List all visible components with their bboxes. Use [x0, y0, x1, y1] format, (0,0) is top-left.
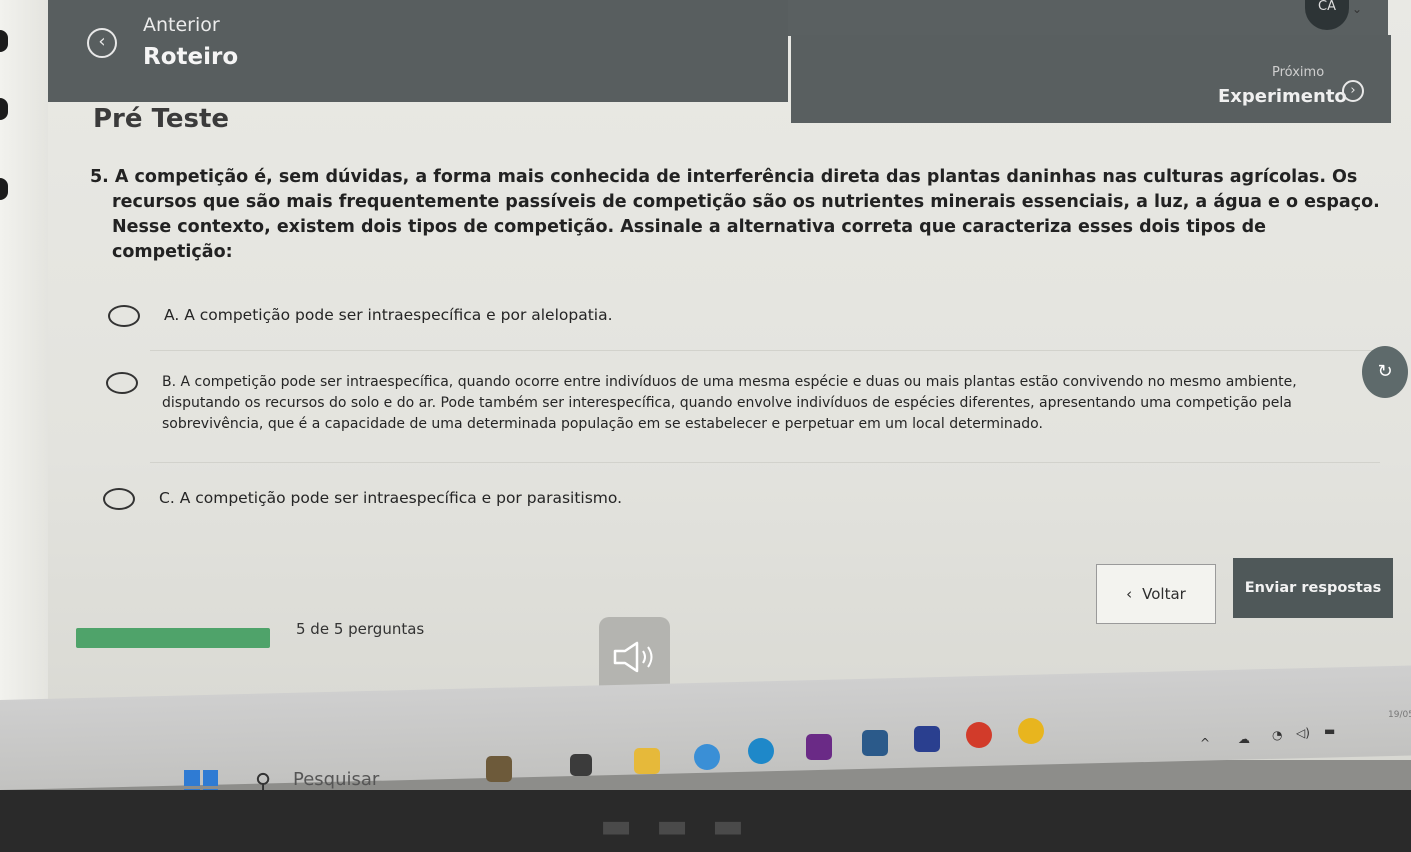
prev-title[interactable]: Roteiro: [143, 44, 238, 70]
speaker-icon: [613, 641, 652, 673]
clock[interactable]: 19/05/20: [1388, 710, 1411, 720]
submit-button[interactable]: Enviar respostas: [1233, 558, 1393, 618]
copilot-icon[interactable]: [694, 744, 720, 770]
page-title: Pré Teste: [93, 104, 230, 134]
divider: [150, 350, 1380, 351]
chevron-down-icon[interactable]: ⌄: [1352, 2, 1362, 16]
option-text: A competição pode ser intraespecífica e …: [179, 489, 623, 507]
laptop-logo: ▬ ▬ ▬: [600, 806, 751, 846]
option-c[interactable]: C. A competição pode ser intraespecífica…: [103, 488, 622, 510]
teams-icon[interactable]: [806, 734, 832, 760]
file-explorer-icon[interactable]: [634, 748, 660, 774]
taskbar-search[interactable]: Pesquisar: [293, 769, 379, 790]
option-text: A competição pode ser intraespecífica e …: [184, 306, 613, 324]
option-letter: A.: [164, 306, 180, 324]
chrome-icon[interactable]: [1018, 718, 1044, 744]
bezel-mark: [0, 30, 8, 52]
widget-icon[interactable]: [486, 756, 512, 782]
question-text: A competição é, sem dúvidas, a forma mai…: [112, 167, 1380, 262]
question-number: 5.: [90, 167, 109, 187]
next-title[interactable]: Experimento: [1218, 86, 1347, 107]
battery-icon[interactable]: ▬: [1324, 724, 1335, 738]
radio-button[interactable]: [103, 488, 135, 510]
calculator-icon[interactable]: [862, 730, 888, 756]
help-bubble-icon[interactable]: ↻: [1362, 346, 1408, 398]
bezel-mark: [0, 98, 8, 120]
next-label[interactable]: Próximo: [1272, 65, 1324, 80]
radio-button[interactable]: [106, 372, 138, 394]
progress-fill: [76, 628, 270, 648]
option-letter: B.: [162, 374, 177, 390]
progress-bar: [76, 628, 270, 648]
bezel-mark: [0, 178, 8, 200]
radio-button[interactable]: [108, 305, 140, 327]
wifi-icon[interactable]: ◔: [1272, 728, 1282, 742]
option-letter: C.: [159, 489, 175, 507]
back-button[interactable]: ‹ Voltar: [1096, 564, 1216, 624]
divider: [150, 462, 1380, 463]
back-button-label: Voltar: [1142, 585, 1186, 603]
left-bezel: [0, 0, 48, 740]
screen: ‹ Anterior Roteiro Próximo Experimento ›…: [0, 0, 1411, 760]
chevron-left-icon[interactable]: ‹: [87, 28, 117, 58]
option-a[interactable]: A. A competição pode ser intraespecífica…: [108, 305, 613, 327]
question: 5. A competição é, sem dúvidas, a forma …: [90, 165, 1380, 265]
prev-label[interactable]: Anterior: [143, 14, 220, 36]
tray-chevron-icon[interactable]: ^: [1200, 736, 1210, 750]
chevron-right-icon[interactable]: ›: [1342, 80, 1364, 102]
progress-label: 5 de 5 perguntas: [296, 620, 425, 638]
task-view-icon[interactable]: [570, 754, 592, 776]
volume-icon[interactable]: ◁): [1296, 726, 1310, 740]
edge-icon[interactable]: [748, 738, 774, 764]
option-b[interactable]: B. A competição pode ser intraespecífica…: [106, 372, 1366, 435]
cloud-icon[interactable]: ☁: [1238, 732, 1250, 746]
maps-icon[interactable]: [914, 726, 940, 752]
opera-icon[interactable]: [966, 722, 992, 748]
chevron-left-icon: ‹: [1126, 585, 1133, 603]
option-text: A competição pode ser intraespecífica, q…: [162, 374, 1297, 432]
